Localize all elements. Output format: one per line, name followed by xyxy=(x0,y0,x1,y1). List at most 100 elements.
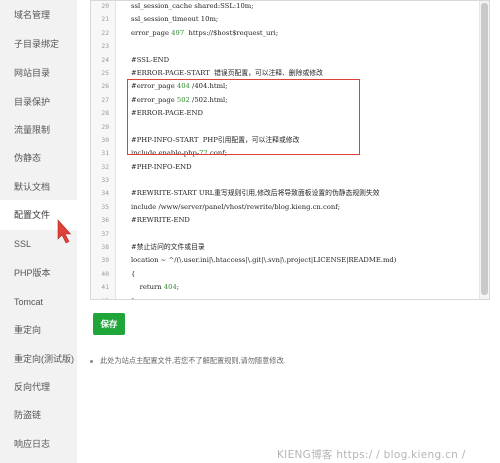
line-text: ssl_session_timeout 10m; xyxy=(131,13,218,26)
config-tip: 此处为站点主配置文件,若您不了解配置规则,请勿随意修改. xyxy=(90,356,286,366)
line-number: 34 xyxy=(101,190,109,198)
sidebar-item[interactable]: 域名管理 xyxy=(0,0,77,30)
line-code-rest: .conf; xyxy=(207,149,228,158)
line-code: { xyxy=(131,269,136,278)
line-number: 22 xyxy=(101,29,109,37)
line-number: 24 xyxy=(101,56,109,64)
line-number: 38 xyxy=(101,244,109,252)
line-text: #error_page 502 /502.html; xyxy=(131,94,228,107)
editor-scrollbar[interactable] xyxy=(479,1,489,299)
line-number: 35 xyxy=(101,203,109,211)
sidebar-item[interactable]: Tomcat xyxy=(0,287,77,317)
line-number: 36 xyxy=(101,217,109,225)
line-text: } xyxy=(131,295,135,299)
code-line: 23 xyxy=(91,40,481,53)
line-code: #PHP-INFO-END xyxy=(131,162,192,171)
sidebar-item[interactable]: 目录保护 xyxy=(0,87,77,117)
line-code: #ERROR-PAGE-END xyxy=(131,109,203,118)
line-code: include enable-php- xyxy=(131,149,200,158)
line-code: return xyxy=(131,283,164,292)
line-code: #REWRITE-START URL重写规则引用,修改后将导致面板设置的伪静态规… xyxy=(131,189,380,198)
sidebar-item[interactable]: 防盗链 xyxy=(0,400,77,430)
line-code: error_page xyxy=(131,28,172,37)
code-line: 22 error_page 497 https://$host$request_u… xyxy=(91,27,481,40)
red-arrow-cursor-icon xyxy=(57,219,72,244)
line-text: error_page 497 https://$host$request_uri… xyxy=(131,27,278,40)
line-number: 37 xyxy=(101,230,109,238)
code-line: 26 #error_page 404 /404.html; xyxy=(91,80,481,93)
sidebar-item[interactable]: 伪静态 xyxy=(0,143,77,173)
line-code: } xyxy=(131,297,135,299)
line-text: { xyxy=(131,268,135,281)
code-line: 37 xyxy=(91,228,481,241)
code-line: 25 #ERROR-PAGE-START 错误页配置，可以注释、删除或修改 xyxy=(91,67,481,80)
sidebar-item[interactable]: 重定向 xyxy=(0,315,77,345)
line-number: 31 xyxy=(101,150,109,158)
sidebar-item[interactable]: 网站目录 xyxy=(0,58,77,88)
tip-text: 此处为站点主配置文件,若您不了解配置规则,请勿随意修改. xyxy=(100,356,286,365)
sidebar-item[interactable]: 重定向(测试版) xyxy=(0,344,77,374)
line-text: #ERROR-PAGE-START 错误页配置，可以注释、删除或修改 xyxy=(131,67,323,80)
watermark: KIENG博客 https:/ / blog.kieng.cn / xyxy=(277,449,466,461)
line-number: 28 xyxy=(101,110,109,118)
line-number: 21 xyxy=(101,16,109,24)
code-line: 36 #REWRITE-END xyxy=(91,214,481,227)
line-number: 41 xyxy=(101,284,109,292)
code-line: 38 #禁止访问的文件或目录 xyxy=(91,241,481,254)
code-line: 40 { xyxy=(91,268,481,281)
scrollbar-thumb[interactable] xyxy=(481,3,488,295)
line-code-rest: /404.html; xyxy=(189,82,228,91)
save-button[interactable]: 保存 xyxy=(93,313,125,335)
sidebar-item[interactable]: 响应日志 xyxy=(0,429,77,459)
code-line: 35 include /www/server/panel/vhost/rewrit… xyxy=(91,201,481,214)
line-number: 23 xyxy=(101,43,109,51)
line-code: #error_page xyxy=(131,82,177,91)
line-code: #禁止访问的文件或目录 xyxy=(131,243,205,252)
code-line: 32 #PHP-INFO-END xyxy=(91,161,481,174)
code-line: 34 #REWRITE-START URL重写规则引用,修改后将导致面板设置的伪静… xyxy=(91,187,481,200)
sidebar-item[interactable]: PHP版本 xyxy=(0,258,77,288)
line-number: 26 xyxy=(101,83,109,91)
line-number-literal: 404 xyxy=(163,283,177,292)
line-number: 40 xyxy=(101,270,109,278)
line-number: 33 xyxy=(101,177,109,185)
line-code: #SSL-END xyxy=(131,55,170,64)
line-text: ssl_session_cache shared:SSL:10m; xyxy=(131,1,254,13)
code-line: 30 #PHP-INFO-START PHP引用配置，可以注释或修改 xyxy=(91,134,481,147)
line-code-rest: ; xyxy=(176,283,180,292)
code-line: 21 ssl_session_timeout 10m; xyxy=(91,13,481,26)
line-code: #error_page xyxy=(131,95,177,104)
line-number: 42 xyxy=(91,295,109,299)
sidebar-item[interactable]: 流量限制 xyxy=(0,115,77,145)
line-code: #ERROR-PAGE-START 错误页配置，可以注释、删除或修改 xyxy=(131,68,323,77)
code-lines[interactable]: 20 ssl_session_cache shared:SSL:10m; 21 ssl… xyxy=(91,1,481,299)
line-text: include enable-php-72.conf; xyxy=(131,147,227,160)
line-code: #REWRITE-END xyxy=(131,216,190,225)
line-text: include /www/server/panel/vhost/rewrite/… xyxy=(131,201,340,214)
line-number: 39 xyxy=(101,257,109,265)
code-line: 20 ssl_session_cache shared:SSL:10m; xyxy=(91,1,481,13)
code-line: 27 #error_page 502 /502.html; xyxy=(91,94,481,107)
line-code-rest: /502.html; xyxy=(189,95,228,104)
line-code-rest: https://$host$request_uri; xyxy=(184,28,279,37)
line-number-literal: 404 xyxy=(176,82,190,91)
line-text: #ERROR-PAGE-END xyxy=(131,107,203,120)
sidebar-item[interactable]: 反向代理 xyxy=(0,372,77,402)
line-number: 20 xyxy=(101,3,109,10)
bullet-dot xyxy=(90,359,93,363)
code-line: 33 xyxy=(91,174,481,187)
line-number-literal: 497 xyxy=(171,28,185,37)
line-text: #error_page 404 /404.html; xyxy=(131,80,228,93)
line-code: ssl_session_cache shared:SSL:10m; xyxy=(131,2,254,10)
code-line: 41 return 404; xyxy=(91,281,481,294)
line-code: #PHP-INFO-START PHP引用配置，可以注释或修改 xyxy=(131,135,300,144)
line-code: location ~ ^/(\.user.ini|\.htaccess|\.gi… xyxy=(131,256,397,265)
code-line: 42} xyxy=(91,295,481,299)
line-number: 27 xyxy=(101,96,109,104)
sidebar-item[interactable]: 默认文档 xyxy=(0,172,77,202)
line-number: 32 xyxy=(101,163,109,171)
config-editor[interactable]: 20 ssl_session_cache shared:SSL:10m; 21 ssl… xyxy=(90,0,490,300)
line-code: include /www/server/panel/vhost/rewrite/… xyxy=(131,202,341,211)
line-number: 29 xyxy=(101,123,109,131)
sidebar-item[interactable]: 子目录绑定 xyxy=(0,29,77,59)
